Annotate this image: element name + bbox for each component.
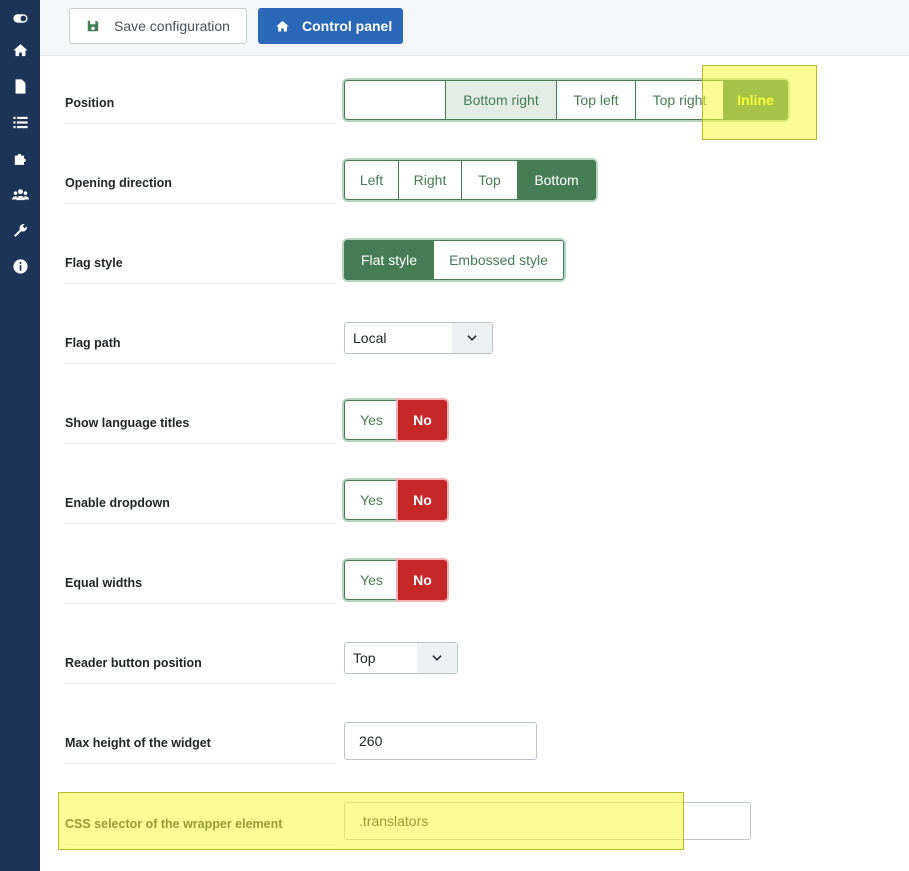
opening-direction-label: Opening direction bbox=[65, 176, 336, 204]
chevron-down-icon bbox=[452, 323, 492, 353]
flag-style-option-embossed[interactable]: Embossed style bbox=[433, 240, 564, 280]
opening-direction-options: Left Right Top Bottom bbox=[344, 160, 596, 200]
flag-path-label: Flag path bbox=[65, 336, 336, 364]
show-language-titles-no[interactable]: No bbox=[398, 400, 447, 440]
show-language-titles-yes[interactable]: Yes bbox=[344, 400, 399, 440]
position-option-inline[interactable]: Inline bbox=[723, 80, 788, 120]
direction-option-top[interactable]: Top bbox=[461, 160, 518, 200]
equal-widths-no[interactable]: No bbox=[398, 560, 447, 600]
enable-dropdown-no[interactable]: No bbox=[398, 480, 447, 520]
max-height-input[interactable]: 260 bbox=[344, 722, 537, 760]
equal-widths-label: Equal widths bbox=[65, 576, 336, 604]
position-options: Bottom right Top left Top right Inline bbox=[344, 80, 788, 120]
max-height-label: Max height of the widget bbox=[65, 736, 336, 764]
toolbar: Save configuration Control panel bbox=[40, 0, 909, 56]
css-selector-label: CSS selector of the wrapper element bbox=[65, 817, 336, 845]
home-icon bbox=[276, 20, 289, 31]
show-language-titles-toggle: Yes No bbox=[344, 400, 447, 440]
flag-style-label: Flag style bbox=[65, 256, 336, 284]
reader-button-position-label: Reader button position bbox=[65, 656, 336, 684]
equal-widths-toggle: Yes No bbox=[344, 560, 447, 600]
flag-style-options: Flat style Embossed style bbox=[344, 240, 564, 280]
sidebar bbox=[0, 0, 40, 871]
position-option-empty[interactable] bbox=[344, 80, 446, 120]
home-icon[interactable] bbox=[0, 32, 40, 68]
control-panel-button[interactable]: Control panel bbox=[258, 8, 403, 44]
css-selector-input[interactable]: .translators bbox=[344, 802, 751, 840]
equal-widths-yes[interactable]: Yes bbox=[344, 560, 399, 600]
position-label: Position bbox=[65, 96, 336, 124]
direction-option-left[interactable]: Left bbox=[344, 160, 399, 200]
enable-dropdown-yes[interactable]: Yes bbox=[344, 480, 399, 520]
reader-button-position-select[interactable]: Top bbox=[344, 642, 458, 674]
enable-dropdown-toggle: Yes No bbox=[344, 480, 447, 520]
direction-option-right[interactable]: Right bbox=[398, 160, 462, 200]
direction-option-bottom[interactable]: Bottom bbox=[517, 160, 596, 200]
flag-style-option-flat[interactable]: Flat style bbox=[344, 240, 434, 280]
save-icon bbox=[87, 20, 99, 32]
list-icon[interactable] bbox=[0, 104, 40, 140]
wrench-icon[interactable] bbox=[0, 212, 40, 248]
save-configuration-button[interactable]: Save configuration bbox=[69, 8, 247, 44]
toggle-icon[interactable] bbox=[0, 0, 40, 36]
users-icon[interactable] bbox=[0, 176, 40, 212]
show-language-titles-label: Show language titles bbox=[65, 416, 336, 444]
save-configuration-label: Save configuration bbox=[114, 18, 230, 34]
enable-dropdown-label: Enable dropdown bbox=[65, 496, 336, 524]
puzzle-icon[interactable] bbox=[0, 140, 40, 176]
info-icon[interactable] bbox=[0, 248, 40, 284]
flag-path-select[interactable]: Local bbox=[344, 322, 493, 354]
position-option-top-left[interactable]: Top left bbox=[556, 80, 636, 120]
flag-path-value: Local bbox=[353, 330, 387, 346]
document-icon[interactable] bbox=[0, 68, 40, 104]
position-option-top-right[interactable]: Top right bbox=[635, 80, 724, 120]
chevron-down-icon bbox=[417, 643, 457, 673]
control-panel-label: Control panel bbox=[302, 18, 393, 34]
position-option-bottom-right[interactable]: Bottom right bbox=[445, 80, 557, 120]
reader-button-position-value: Top bbox=[353, 650, 376, 666]
